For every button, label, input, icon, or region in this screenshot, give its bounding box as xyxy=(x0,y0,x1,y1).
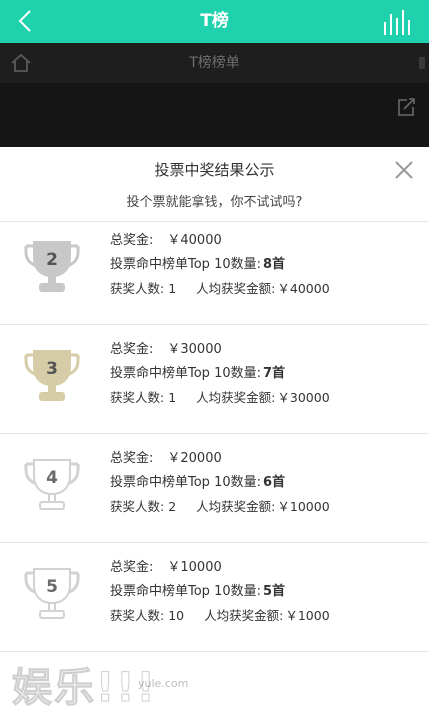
avg-label: 人均获奖金额: xyxy=(196,281,276,296)
winners-line: 获奖人数: 1 人均获奖金额: ￥40000 xyxy=(110,277,330,301)
trophy-icon: 3 xyxy=(20,347,84,407)
prize-row: 2 总奖金: ￥40000 投票命中榜单Top 10数量: 8首获奖人数: 1 人均获奖金额… xyxy=(0,216,429,325)
rank-number: 4 xyxy=(46,468,58,488)
modal-title: 投票中奖结果公示 xyxy=(154,161,275,179)
avg-value: ￥1000 xyxy=(285,608,330,623)
results-modal: 投票中奖结果公示 投个票就能拿钱，你不试试吗? 1总奖金:￥50000投票命中榜… xyxy=(0,147,429,719)
people-value: 10 xyxy=(168,608,185,623)
prize-line: 总奖金: ￥20000 xyxy=(110,447,330,471)
trophy-icon: 4 xyxy=(20,456,84,516)
hits-line: 投票命中榜单Top 10数量: 7首 xyxy=(110,362,330,386)
people-value: 1 xyxy=(168,390,177,405)
hits-line: 投票命中榜单Top 10数量: 5首 xyxy=(110,580,330,604)
sub-title: T榜榜单 xyxy=(189,55,240,71)
trophy-icon: 2 xyxy=(20,238,84,298)
prize-row: 4 总奖金: ￥20000 投票命中榜单Top 10数量: 6首获奖人数: 2 人均获奖金额… xyxy=(0,434,429,543)
avg-value: ￥30000 xyxy=(277,390,330,405)
rank-number: 3 xyxy=(46,359,58,379)
prize-list[interactable]: 1总奖金:￥50000投票命中榜单Top 10数量:9首获奖人数:1人均获奖金额… xyxy=(0,147,429,652)
hits-value: 5首 xyxy=(263,584,286,599)
avg-value: ￥10000 xyxy=(277,499,330,514)
prize-row: 3 总奖金: ￥30000 投票命中榜单Top 10数量: 7首获奖人数: 1 人均获奖金额… xyxy=(0,325,429,434)
prize-label: 总奖金: xyxy=(110,451,154,466)
hits-label: 投票命中榜单Top 10数量: xyxy=(110,475,261,490)
share-icon xyxy=(398,98,415,116)
top-bar: T榜 xyxy=(0,0,429,43)
people-value: 1 xyxy=(168,281,177,296)
menu-icon[interactable] xyxy=(411,53,429,73)
bar-chart-icon xyxy=(384,10,410,35)
sub-header: T榜榜单 xyxy=(0,43,429,83)
avg-label: 人均获奖金额: xyxy=(196,390,276,405)
prize-details: 总奖金: ￥20000 投票命中榜单Top 10数量: 6首获奖人数: 2 人均获奖金额:… xyxy=(110,447,330,519)
hits-label: 投票命中榜单Top 10数量: xyxy=(110,366,261,381)
hits-label: 投票命中榜单Top 10数量: xyxy=(110,257,261,272)
prize-line: 总奖金: ￥30000 xyxy=(110,338,330,362)
trophy-icon: 5 xyxy=(20,565,84,625)
rank-number: 5 xyxy=(46,577,58,597)
prize-amount: ￥30000 xyxy=(167,342,222,357)
people-label: 获奖人数: xyxy=(110,608,165,623)
prize-details: 总奖金: ￥40000 投票命中榜单Top 10数量: 8首获奖人数: 1 人均获奖金额:… xyxy=(110,229,330,301)
hits-value: 8首 xyxy=(263,257,286,272)
hits-label: 投票命中榜单Top 10数量: xyxy=(110,584,261,599)
winners-line: 获奖人数: 10 人均获奖金额: ￥1000 xyxy=(110,604,330,628)
hits-value: 6首 xyxy=(263,475,286,490)
close-icon xyxy=(395,161,413,179)
avg-value: ￥40000 xyxy=(277,281,330,296)
prize-row: 5 总奖金: ￥10000 投票命中榜单Top 10数量: 5首获奖人数: 10 人均获奖金… xyxy=(0,543,429,652)
people-value: 2 xyxy=(168,499,177,514)
page-title: T榜 xyxy=(200,11,229,31)
prize-details: 总奖金: ￥10000 投票命中榜单Top 10数量: 5首获奖人数: 10 人均获奖金额… xyxy=(110,556,330,628)
modal-header: 投票中奖结果公示 投个票就能拿钱，你不试试吗? xyxy=(0,147,429,222)
hits-value: 7首 xyxy=(263,366,286,381)
people-label: 获奖人数: xyxy=(110,390,165,405)
chart-button[interactable] xyxy=(381,8,411,36)
prize-label: 总奖金: xyxy=(110,233,154,248)
rank-number: 2 xyxy=(46,250,58,270)
prize-amount: ￥10000 xyxy=(167,560,222,575)
winners-line: 获奖人数: 1 人均获奖金额: ￥30000 xyxy=(110,386,330,410)
prize-line: 总奖金: ￥10000 xyxy=(110,556,330,580)
people-label: 获奖人数: xyxy=(110,281,165,296)
avg-label: 人均获奖金额: xyxy=(196,499,276,514)
prize-line: 总奖金: ￥40000 xyxy=(110,229,330,253)
avg-label: 人均获奖金额: xyxy=(204,608,284,623)
hits-line: 投票命中榜单Top 10数量: 6首 xyxy=(110,471,330,495)
prize-amount: ￥20000 xyxy=(167,451,222,466)
hits-line: 投票命中榜单Top 10数量: 8首 xyxy=(110,253,330,277)
close-button[interactable] xyxy=(393,159,415,181)
prize-details: 总奖金: ￥30000 投票命中榜单Top 10数量: 7首获奖人数: 1 人均获奖金额:… xyxy=(110,338,330,410)
prize-label: 总奖金: xyxy=(110,342,154,357)
modal-subtitle: 投个票就能拿钱，你不试试吗? xyxy=(126,195,303,210)
people-label: 获奖人数: xyxy=(110,499,165,514)
prize-label: 总奖金: xyxy=(110,560,154,575)
winners-line: 获奖人数: 2 人均获奖金额: ￥10000 xyxy=(110,495,330,519)
share-button[interactable] xyxy=(395,96,417,118)
prize-amount: ￥40000 xyxy=(167,233,222,248)
